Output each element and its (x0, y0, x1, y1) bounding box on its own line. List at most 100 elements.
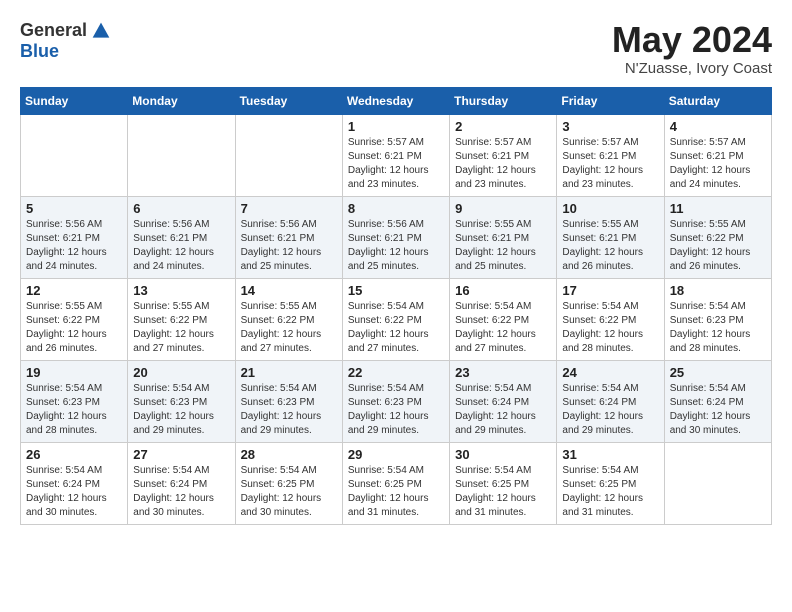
calendar-header-row: SundayMondayTuesdayWednesdayThursdayFrid… (21, 87, 772, 114)
calendar-cell: 7 Sunrise: 5:56 AM Sunset: 6:21 PM Daylig… (235, 196, 342, 278)
day-number: 6 (133, 201, 229, 216)
day-info: Sunrise: 5:54 AM Sunset: 6:22 PM Dayligh… (348, 300, 444, 356)
calendar-cell: 24 Sunrise: 5:54 AM Sunset: 6:24 PM Dayli… (557, 360, 664, 442)
calendar-cell: 5Sunrise: 5:56 AM Sunset: 6:21 PM Daylig… (21, 196, 128, 278)
day-number: 25 (670, 365, 766, 380)
calendar-week-row: 5Sunrise: 5:56 AM Sunset: 6:21 PM Daylig… (21, 196, 772, 278)
calendar-week-row: 12 Sunrise: 5:55 AM Sunset: 6:22 PM Dayli… (21, 278, 772, 360)
calendar-cell: 26Sunrise: 5:54 AM Sunset: 6:24 PM Dayli… (21, 442, 128, 524)
calendar-cell: 28 Sunrise: 5:54 AM Sunset: 6:25 PM Dayli… (235, 442, 342, 524)
day-info: Sunrise: 5:54 AM Sunset: 6:24 PM Dayligh… (26, 464, 122, 520)
day-info: Sunrise: 5:54 AM Sunset: 6:23 PM Dayligh… (670, 300, 766, 356)
calendar-week-row: 19 Sunrise: 5:54 AM Sunset: 6:23 PM Dayli… (21, 360, 772, 442)
day-number: 28 (241, 447, 337, 462)
day-number: 18 (670, 283, 766, 298)
calendar-cell: 23 Sunrise: 5:54 AM Sunset: 6:24 PM Dayli… (450, 360, 557, 442)
day-info: Sunrise: 5:55 AM Sunset: 6:21 PM Dayligh… (455, 218, 551, 274)
calendar-week-row: 1 Sunrise: 5:57 AM Sunset: 6:21 PM Daylig… (21, 114, 772, 196)
day-number: 29 (348, 447, 444, 462)
calendar-day-header: Sunday (21, 87, 128, 114)
day-info: Sunrise: 5:54 AM Sunset: 6:24 PM Dayligh… (562, 382, 658, 438)
day-info: Sunrise: 5:56 AM Sunset: 6:21 PM Dayligh… (348, 218, 444, 274)
day-number: 12 (26, 283, 122, 298)
location-title: N'Zuasse, Ivory Coast (612, 60, 772, 77)
calendar-cell: 25 Sunrise: 5:54 AM Sunset: 6:24 PM Dayli… (664, 360, 771, 442)
month-title: May 2024 (612, 20, 772, 60)
calendar-cell: 18 Sunrise: 5:54 AM Sunset: 6:23 PM Dayli… (664, 278, 771, 360)
day-number: 1 (348, 119, 444, 134)
calendar-cell: 21 Sunrise: 5:54 AM Sunset: 6:23 PM Dayli… (235, 360, 342, 442)
logo-blue-text: Blue (20, 41, 59, 61)
calendar-table: SundayMondayTuesdayWednesdayThursdayFrid… (20, 87, 772, 525)
calendar-day-header: Tuesday (235, 87, 342, 114)
day-number: 17 (562, 283, 658, 298)
day-number: 16 (455, 283, 551, 298)
day-info: Sunrise: 5:54 AM Sunset: 6:25 PM Dayligh… (562, 464, 658, 520)
day-info: Sunrise: 5:54 AM Sunset: 6:23 PM Dayligh… (241, 382, 337, 438)
calendar-day-header: Thursday (450, 87, 557, 114)
day-number: 23 (455, 365, 551, 380)
calendar-cell: 4 Sunrise: 5:57 AM Sunset: 6:21 PM Daylig… (664, 114, 771, 196)
calendar-cell: 19Sunrise: 5:54 AM Sunset: 6:23 PM Dayli… (21, 360, 128, 442)
logo-general-text: General (20, 20, 87, 41)
day-info: Sunrise: 5:54 AM Sunset: 6:25 PM Dayligh… (348, 464, 444, 520)
day-number: 21 (241, 365, 337, 380)
day-info: Sunrise: 5:54 AM Sunset: 6:24 PM Dayligh… (455, 382, 551, 438)
day-info: Sunrise: 5:54 AM Sunset: 6:23 PM Dayligh… (348, 382, 444, 438)
day-info: Sunrise: 5:57 AM Sunset: 6:21 PM Dayligh… (455, 136, 551, 192)
calendar-day-header: Wednesday (342, 87, 449, 114)
day-info: Sunrise: 5:55 AM Sunset: 6:22 PM Dayligh… (26, 300, 122, 356)
day-number: 15 (348, 283, 444, 298)
calendar-cell: 14Sunrise: 5:55 AM Sunset: 6:22 PM Dayli… (235, 278, 342, 360)
page-header: General Blue May 2024 N'Zuasse, Ivory Co… (20, 20, 772, 77)
day-number: 30 (455, 447, 551, 462)
calendar-week-row: 26Sunrise: 5:54 AM Sunset: 6:24 PM Dayli… (21, 442, 772, 524)
day-info: Sunrise: 5:54 AM Sunset: 6:23 PM Dayligh… (133, 382, 229, 438)
calendar-cell (664, 442, 771, 524)
calendar-cell: 13Sunrise: 5:55 AM Sunset: 6:22 PM Dayli… (128, 278, 235, 360)
calendar-cell: 6 Sunrise: 5:56 AM Sunset: 6:21 PM Daylig… (128, 196, 235, 278)
calendar-cell: 31Sunrise: 5:54 AM Sunset: 6:25 PM Dayli… (557, 442, 664, 524)
day-info: Sunrise: 5:56 AM Sunset: 6:21 PM Dayligh… (133, 218, 229, 274)
logo-icon (91, 21, 111, 41)
title-section: May 2024 N'Zuasse, Ivory Coast (612, 20, 772, 77)
day-number: 4 (670, 119, 766, 134)
day-number: 8 (348, 201, 444, 216)
calendar-cell: 20Sunrise: 5:54 AM Sunset: 6:23 PM Dayli… (128, 360, 235, 442)
day-info: Sunrise: 5:57 AM Sunset: 6:21 PM Dayligh… (670, 136, 766, 192)
calendar-cell: 12 Sunrise: 5:55 AM Sunset: 6:22 PM Dayli… (21, 278, 128, 360)
day-info: Sunrise: 5:54 AM Sunset: 6:22 PM Dayligh… (562, 300, 658, 356)
calendar-cell: 1Sunrise: 5:57 AM Sunset: 6:21 PM Daylig… (342, 114, 449, 196)
calendar-day-header: Saturday (664, 87, 771, 114)
day-info: Sunrise: 5:57 AM Sunset: 6:21 PM Dayligh… (562, 136, 658, 192)
day-number: 3 (562, 119, 658, 134)
calendar-cell: 11Sunrise: 5:55 AM Sunset: 6:22 PM Dayli… (664, 196, 771, 278)
calendar-cell: 10Sunrise: 5:55 AM Sunset: 6:21 PM Dayli… (557, 196, 664, 278)
calendar-cell (21, 114, 128, 196)
day-number: 2 (455, 119, 551, 134)
day-info: Sunrise: 5:56 AM Sunset: 6:21 PM Dayligh… (26, 218, 122, 274)
calendar-day-header: Friday (557, 87, 664, 114)
day-number: 9 (455, 201, 551, 216)
day-info: Sunrise: 5:56 AM Sunset: 6:21 PM Dayligh… (241, 218, 337, 274)
calendar-cell: 9 Sunrise: 5:55 AM Sunset: 6:21 PM Daylig… (450, 196, 557, 278)
calendar-cell (235, 114, 342, 196)
day-number: 19 (26, 365, 122, 380)
calendar-cell (128, 114, 235, 196)
day-info: Sunrise: 5:54 AM Sunset: 6:25 PM Dayligh… (455, 464, 551, 520)
day-info: Sunrise: 5:54 AM Sunset: 6:24 PM Dayligh… (670, 382, 766, 438)
calendar-cell: 22 Sunrise: 5:54 AM Sunset: 6:23 PM Dayli… (342, 360, 449, 442)
logo: General Blue (20, 20, 111, 62)
calendar-day-header: Monday (128, 87, 235, 114)
calendar-cell: 2 Sunrise: 5:57 AM Sunset: 6:21 PM Daylig… (450, 114, 557, 196)
day-info: Sunrise: 5:54 AM Sunset: 6:25 PM Dayligh… (241, 464, 337, 520)
day-info: Sunrise: 5:54 AM Sunset: 6:24 PM Dayligh… (133, 464, 229, 520)
calendar-cell: 17 Sunrise: 5:54 AM Sunset: 6:22 PM Dayli… (557, 278, 664, 360)
calendar-cell: 3 Sunrise: 5:57 AM Sunset: 6:21 PM Daylig… (557, 114, 664, 196)
calendar-cell: 27Sunrise: 5:54 AM Sunset: 6:24 PM Dayli… (128, 442, 235, 524)
day-number: 24 (562, 365, 658, 380)
day-number: 7 (241, 201, 337, 216)
day-number: 10 (562, 201, 658, 216)
day-number: 22 (348, 365, 444, 380)
day-number: 13 (133, 283, 229, 298)
